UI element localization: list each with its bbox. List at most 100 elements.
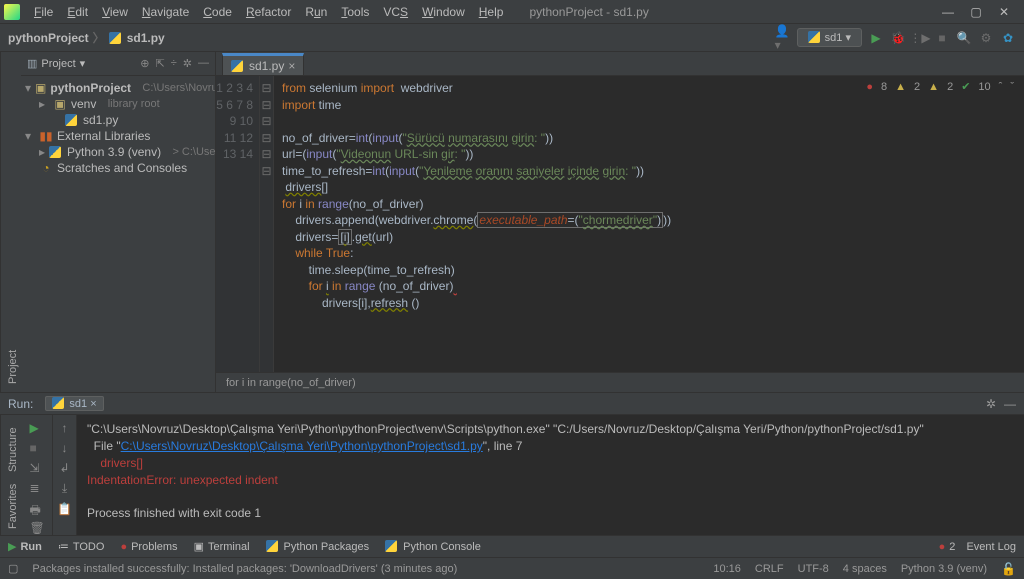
menu-run[interactable]: Run	[299, 2, 333, 22]
menu-navigate[interactable]: Navigate	[136, 2, 195, 22]
rerun-icon[interactable]: ▶	[30, 421, 44, 435]
tree-root[interactable]: ▾▣pythonProject C:\Users\Novruz\	[21, 80, 215, 96]
close-tab-icon[interactable]: ×	[288, 59, 295, 73]
run-header: Run: sd1 × ✲ —	[0, 393, 1024, 415]
menu-file[interactable]: File	[28, 2, 59, 22]
status-more-icon[interactable]: ▢	[8, 562, 18, 575]
add-user-icon[interactable]: 👤▾	[775, 30, 791, 46]
bt-terminal[interactable]: ▣Terminal	[194, 540, 250, 553]
filter-icon[interactable]: ≣	[30, 481, 44, 495]
editor: sd1.py × ●8 ▲2 ▲2 ✔10 ˆ ˇ 1 2 3 4 5 6 7 …	[216, 52, 1024, 392]
window-controls: — ▢ ✕	[940, 5, 1020, 19]
main-toolbar: pythonProject 〉 sd1.py 👤▾ sd1 ▾ ▶ 🐞 ⋮▶ ■…	[0, 24, 1024, 52]
run-config-chip[interactable]: sd1 ×	[45, 396, 103, 411]
wrap-icon[interactable]: ↲	[59, 461, 69, 475]
tree-file-sd1[interactable]: sd1.py	[21, 112, 215, 128]
run-hide-icon[interactable]: —	[1004, 397, 1016, 411]
scratches-icon: ◔	[39, 161, 53, 175]
settings-icon[interactable]: ⚙	[978, 30, 994, 46]
run-console[interactable]: "C:\Users\Novruz\Desktop\Çalışma Yeri\Py…	[77, 415, 1024, 535]
run-body: Favorites Structure ▶ ■ ⇲ ≣ 🖶 🗑 ↑ ↓ ↲ ⤓ …	[0, 415, 1024, 535]
select-opened-icon[interactable]: ⊕	[140, 57, 149, 70]
bt-run[interactable]: ▶Run	[8, 540, 42, 553]
ide-update-icon[interactable]: ✿	[1000, 30, 1016, 46]
crumb-file[interactable]: sd1.py	[127, 31, 165, 45]
status-bar: ▢ Packages installed successfully: Insta…	[0, 557, 1024, 579]
bt-problems[interactable]: ●Problems	[120, 541, 177, 553]
panel-settings-icon[interactable]: ✲	[183, 57, 192, 70]
stop-icon[interactable]: ■	[30, 441, 44, 455]
python-icon	[266, 540, 280, 553]
layout-icon[interactable]: ⇲	[30, 461, 44, 475]
main-body: Project ▥ Project ▾ ⊕ ⇱ ÷ ✲ — ▾▣pythonPr…	[0, 52, 1024, 392]
menu-code[interactable]: Code	[197, 2, 238, 22]
expand-all-icon[interactable]: ⇱	[156, 57, 165, 70]
run-tool-window: Run: sd1 × ✲ — Favorites Structure ▶ ■ ⇲…	[0, 392, 1024, 535]
menu-tools[interactable]: Tools	[335, 2, 375, 22]
file-encoding[interactable]: UTF-8	[798, 563, 829, 575]
tab-project[interactable]: Project	[3, 350, 19, 384]
bt-python-packages[interactable]: Python Packages	[266, 540, 370, 553]
print-icon[interactable]: 🖶	[30, 501, 44, 515]
bt-todo[interactable]: ≔TODO	[58, 540, 105, 553]
interpreter-label[interactable]: Python 3.9 (venv)	[901, 563, 987, 575]
tab-favorites[interactable]: Favorites	[3, 484, 19, 529]
code-breadcrumb[interactable]: for i in range(no_of_driver)	[216, 372, 1024, 392]
caret-position[interactable]: 10:16	[713, 563, 741, 575]
menu-refactor[interactable]: Refactor	[240, 2, 297, 22]
tree-venv[interactable]: ▸▣venv library root	[21, 96, 215, 112]
up-icon[interactable]: ↑	[62, 421, 68, 435]
event-badge-icon: ●	[939, 541, 946, 553]
left-tool-stripe: Project	[0, 52, 21, 392]
menu-view[interactable]: View	[96, 2, 134, 22]
maximize-icon[interactable]: ▢	[968, 5, 984, 19]
python-icon	[385, 540, 399, 553]
search-everywhere-icon[interactable]: 🔍	[956, 30, 972, 46]
menu-window[interactable]: Window	[416, 2, 471, 22]
close-icon[interactable]: ✕	[996, 5, 1012, 19]
editor-body[interactable]: ●8 ▲2 ▲2 ✔10 ˆ ˇ 1 2 3 4 5 6 7 8 9 10 11…	[216, 76, 1024, 372]
collapse-all-icon[interactable]: ÷	[171, 57, 177, 70]
run-config-select[interactable]: sd1 ▾	[797, 28, 862, 47]
export-icon[interactable]: 📋	[57, 502, 72, 516]
stop-button-icon[interactable]: ■	[934, 30, 950, 46]
chevron-down-icon[interactable]: ˇ	[1010, 81, 1014, 93]
debug-button-icon[interactable]: 🐞	[890, 30, 906, 46]
delete-icon[interactable]: 🗑	[30, 521, 44, 535]
project-view-icon: ▥	[27, 57, 37, 70]
tree-external-libs[interactable]: ▾▮▮External Libraries	[21, 128, 215, 144]
run-button-icon[interactable]: ▶	[868, 30, 884, 46]
down-icon[interactable]: ↓	[62, 441, 68, 455]
menu-help[interactable]: Help	[473, 2, 510, 22]
scroll-icon[interactable]: ⤓	[62, 481, 67, 496]
python-icon	[49, 145, 63, 159]
titlebar: File Edit View Navigate Code Refactor Ru…	[0, 0, 1024, 24]
code-area[interactable]: from selenium import webdriver import ti…	[274, 76, 1024, 372]
indent-label[interactable]: 4 spaces	[843, 563, 887, 575]
bt-event-log[interactable]: ●2 Event Log	[939, 541, 1016, 553]
editor-tab-sd1[interactable]: sd1.py ×	[222, 53, 304, 75]
project-tree: ▾▣pythonProject C:\Users\Novruz\ ▸▣venv …	[21, 76, 215, 180]
chevron-up-icon[interactable]: ˆ	[999, 81, 1003, 93]
traceback-link[interactable]: C:\Users\Novruz\Desktop\Çalışma Yeri\Pyt…	[121, 439, 483, 453]
run-more-icon[interactable]: ⋮▶	[912, 30, 928, 46]
crumb-project[interactable]: pythonProject	[8, 31, 89, 45]
bt-python-console[interactable]: Python Console	[385, 540, 481, 553]
menu-edit[interactable]: Edit	[61, 2, 94, 22]
error-count-icon: ●	[866, 81, 873, 93]
hide-panel-icon[interactable]: —	[198, 57, 209, 70]
tree-python-env[interactable]: ▸Python 3.9 (venv) > C:\Users	[21, 144, 215, 160]
window-title: pythonProject - sd1.py	[509, 5, 940, 19]
minimize-icon[interactable]: —	[940, 5, 956, 19]
tab-structure[interactable]: Structure	[3, 427, 19, 472]
left-tool-stripe-bottom: Favorites Structure	[0, 415, 21, 535]
menu-vcs[interactable]: VCS	[377, 2, 414, 22]
editor-tab-row: sd1.py ×	[216, 52, 1024, 76]
readonly-lock-icon[interactable]: 🔓	[1001, 562, 1016, 576]
inspections-widget[interactable]: ●8 ▲2 ▲2 ✔10 ˆ ˇ	[866, 80, 1014, 93]
run-settings-icon[interactable]: ✲	[986, 397, 996, 411]
project-header-label[interactable]: Project	[41, 58, 75, 70]
line-separator[interactable]: CRLF	[755, 563, 784, 575]
run-action-gutter: ▶ ■ ⇲ ≣ 🖶 🗑	[21, 415, 53, 535]
tree-scratches[interactable]: ◔Scratches and Consoles	[21, 160, 215, 176]
